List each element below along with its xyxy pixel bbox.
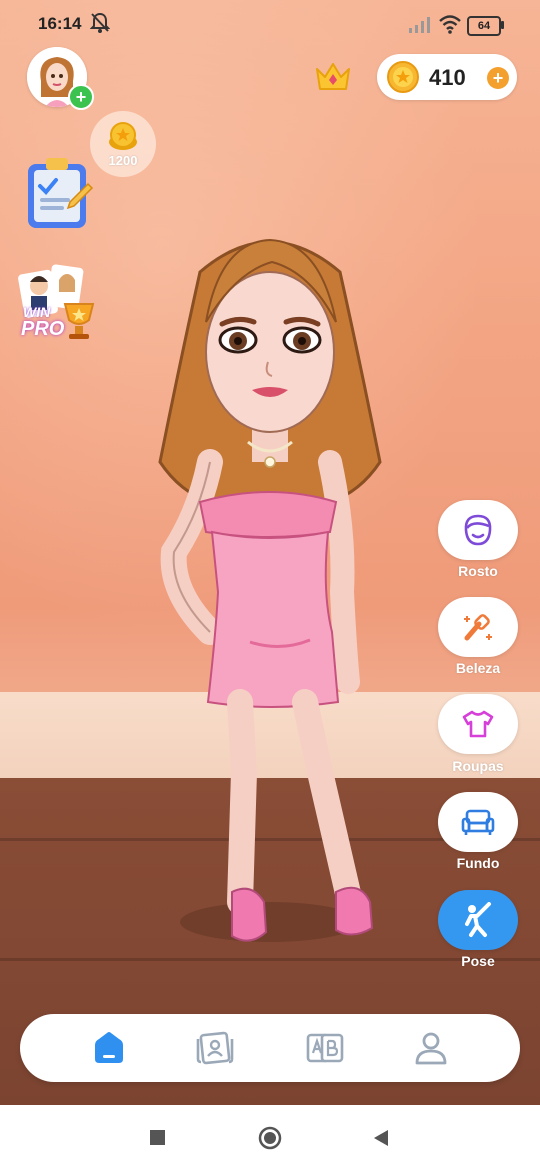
status-bar: 16:14 64 (0, 0, 540, 48)
bell-off-icon (90, 12, 110, 33)
add-icon[interactable]: + (68, 84, 94, 110)
face-button[interactable] (438, 500, 518, 560)
nav-profile[interactable] (410, 1028, 452, 1068)
coin-icon (109, 122, 137, 150)
pose-icon (465, 902, 491, 937)
clothes-button[interactable] (438, 694, 518, 754)
sofa-icon (461, 809, 495, 835)
wifi-icon (439, 15, 461, 34)
makeup-brush-icon (464, 614, 492, 641)
face-icon (464, 514, 492, 546)
status-time: 16:14 (38, 14, 82, 33)
nav-ab[interactable] (304, 1028, 346, 1068)
bottom-navigation (20, 1014, 520, 1082)
battery-icon: 64 (467, 16, 501, 36)
pro-label: PRO (21, 318, 65, 340)
cards-icon (196, 1031, 234, 1065)
ab-icon (306, 1033, 344, 1063)
reward-value: 1200 (108, 153, 138, 168)
reward-bubble[interactable]: 1200 (90, 111, 156, 177)
tasks-clipboard-icon[interactable] (24, 156, 94, 232)
side-label-face: Rosto (458, 563, 498, 579)
home-system-button[interactable] (258, 1126, 282, 1150)
battery-level: 64 (477, 20, 491, 32)
profile-icon (415, 1032, 447, 1065)
back-button[interactable] (372, 1129, 390, 1147)
add-coins-icon[interactable]: + (487, 67, 509, 89)
coin-count: 410 (429, 65, 466, 90)
crown-icon[interactable] (314, 60, 352, 94)
system-navigation-bar (0, 1105, 540, 1170)
side-label-background: Fundo (456, 855, 500, 871)
side-label-clothes: Roupas (452, 758, 504, 774)
side-label-pose: Pose (461, 953, 495, 969)
signal-icon (409, 17, 430, 33)
background-button[interactable] (438, 792, 518, 852)
shirt-icon (462, 710, 494, 738)
beauty-button[interactable] (438, 597, 518, 657)
coin-icon (387, 61, 419, 93)
coin-balance[interactable]: 410 + (377, 54, 517, 100)
home-icon (95, 1032, 123, 1063)
nav-home[interactable] (88, 1028, 130, 1068)
recent-apps-button[interactable] (150, 1130, 165, 1145)
home-screen: 16:14 64 + 410 + 1200 WIN PRO Rosto Bele… (0, 0, 540, 1105)
avatar-character (158, 238, 382, 942)
nav-cards[interactable] (194, 1028, 236, 1068)
pose-button[interactable] (438, 890, 518, 950)
side-label-beauty: Beleza (455, 660, 501, 676)
win-pro-button[interactable]: WIN PRO (17, 258, 107, 348)
